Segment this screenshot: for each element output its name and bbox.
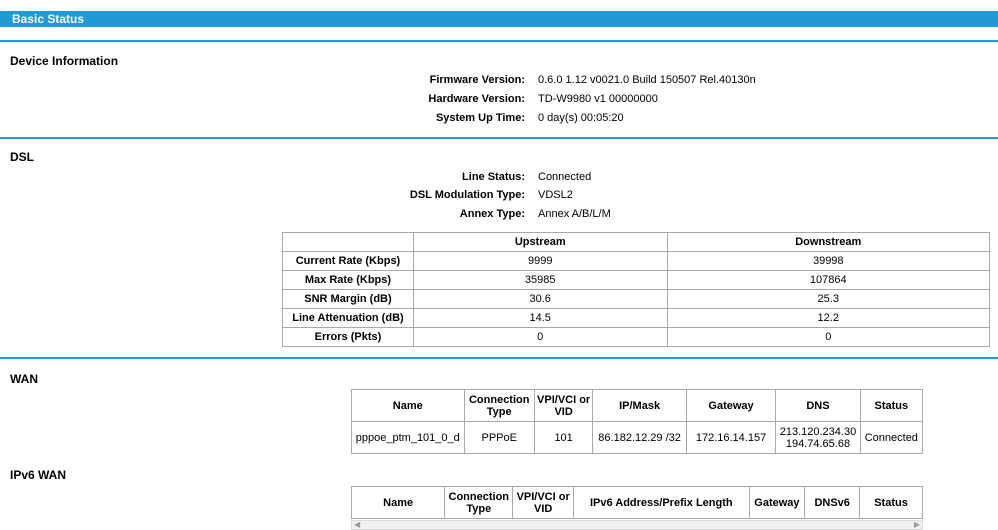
table-row: Errors (Pkts) 0 0 [282,327,991,347]
modulation-label-wrap: DSL Modulation Type: [0,187,525,203]
header-line: Connection [468,393,530,406]
ipv6-prefix-header: IPv6 Address/Prefix Length [573,486,750,519]
row-label: Current Rate (Kbps) [282,251,414,271]
ipv6wan-heading: IPv6 WAN [10,468,67,482]
upstream-value: 35985 [412,270,668,290]
header-line: Type [486,405,512,418]
ipv6-conntype-header: Connection Type [444,486,514,519]
hardware-version-label: Hardware Version: [428,93,525,105]
dsl-heading: DSL [10,150,34,164]
line-status-label: Line Status: [462,171,525,183]
section-divider [0,40,998,42]
section-divider [0,137,998,139]
downstream-value: 0 [666,327,991,347]
modulation-label: DSL Modulation Type: [409,189,525,201]
wan-heading: WAN [10,372,38,386]
downstream-value: 25.3 [666,289,991,309]
upstream-header: Upstream [412,232,668,252]
table-row: SNR Margin (dB) 30.6 25.3 [282,289,991,309]
table-row: Max Rate (Kbps) 35985 107864 [282,270,991,290]
row-label: Line Attenuation (dB) [282,308,414,328]
ipv6-status-header: Status [859,486,923,519]
modulation-value: VDSL2 [538,189,573,201]
wan-dns: 213.120.234.30 194.74.65.68 [775,421,861,454]
row-label: SNR Margin (dB) [282,289,414,309]
wan-conntype-header: Connection Type [463,389,535,422]
chevron-left-icon[interactable]: ◀ [354,520,360,529]
header-line: VID [533,502,553,515]
downstream-value: 107864 [666,270,991,290]
wan-vpi-header: VPI/VCI or VID [533,389,594,422]
annex-value: Annex A/B/L/M [538,208,611,220]
wan-gateway: 172.16.14.157 [685,421,777,454]
dsl-stats-table: Upstream Downstream Current Rate (Kbps) … [282,232,991,347]
horizontal-scrollbar[interactable]: ◀ ▶ [351,520,923,530]
wan-conntype: PPPoE [463,421,535,454]
section-divider [0,357,998,359]
firmware-version-label: Firmware Version: [429,74,525,86]
upstream-value: 9999 [412,251,668,271]
dsl-table-corner [282,232,414,252]
uptime-label: System Up Time: [435,112,525,124]
downstream-header: Downstream [666,232,991,252]
hardware-version-label-wrap: Hardware Version: [0,91,525,107]
dns-primary: 213.120.234.30 [779,425,857,438]
device-info-heading: Device Information [10,54,119,68]
header-line: VID [554,405,573,418]
hardware-version-value: TD-W9980 v1 00000000 [538,93,658,105]
wan-status: Connected [859,421,924,454]
uptime-label-wrap: System Up Time: [0,110,525,126]
firmware-version-label-wrap: Firmware Version: [0,72,525,88]
page-title: Basic Status [0,11,998,27]
ipv6-gateway-header: Gateway [748,486,806,519]
ipv6-vpi-header: VPI/VCI or VID [512,486,575,519]
header-line: VPI/VCI or [537,393,591,406]
wan-ipmask: 86.182.12.29 /32 [592,421,687,454]
wan-status-header: Status [859,389,924,422]
wan-gateway-header: Gateway [685,389,777,422]
annex-label: Annex Type: [459,208,525,220]
wan-name: pppoe_ptm_101_0_d [351,421,465,454]
upstream-value: 0 [412,327,668,347]
table-row: Current Rate (Kbps) 9999 39998 [282,251,991,271]
row-label: Errors (Pkts) [282,327,414,347]
line-status-label-wrap: Line Status: [0,169,525,185]
downstream-value: 39998 [666,251,991,271]
header-line: Type [466,502,492,515]
upstream-value: 30.6 [412,289,668,309]
uptime-value: 0 day(s) 00:05:20 [538,112,624,124]
ipv6-name-header: Name [350,486,446,519]
header-line: VPI/VCI or [516,490,570,503]
wan-vid: 101 [533,421,594,454]
chevron-right-icon[interactable]: ▶ [914,520,920,529]
wan-dns-header: DNS [775,389,861,422]
header-line: Connection [448,490,510,503]
wan-name-header: Name [351,389,465,422]
row-label: Max Rate (Kbps) [282,270,414,290]
annex-label-wrap: Annex Type: [0,206,525,222]
wan-table: Name Connection Type VPI/VCI or VID IP/Mas… [351,389,924,454]
downstream-value: 12.2 [666,308,991,328]
firmware-version-value: 0.6.0 1.12 v0021.0 Build 150507 Rel.4013… [538,74,756,86]
dns-secondary: 194.74.65.68 [785,437,851,450]
upstream-value: 14.5 [412,308,668,328]
line-status-value: Connected [538,171,592,183]
table-row: Line Attenuation (dB) 14.5 12.2 [282,308,991,328]
ipv6wan-table: Name Connection Type VPI/VCI or VID IPv6 A… [350,486,923,519]
ipv6-dns-header: DNSv6 [804,486,861,519]
wan-ipmask-header: IP/Mask [592,389,687,422]
table-row: pppoe_ptm_101_0_d PPPoE 101 86.182.12.29… [351,421,924,454]
